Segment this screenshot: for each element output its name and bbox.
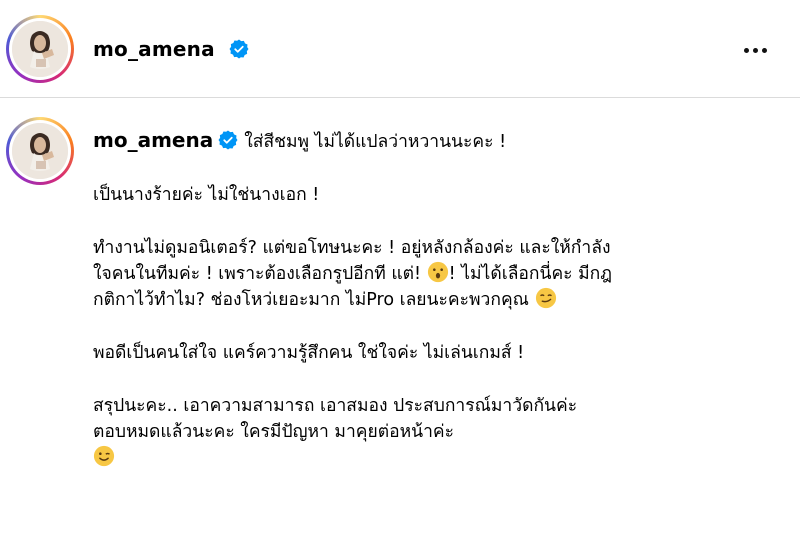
post-header: mo_amena <box>0 0 800 98</box>
more-options-icon[interactable] <box>738 38 772 62</box>
caption-line: ! ไม่ได้เลือกนี่คะ มีกฎ <box>448 264 613 284</box>
winking-face-emoji-icon <box>93 445 115 467</box>
caption-line: สรุปนะคะ.. เอาความสามารถ เอาสมอง ประสบกา… <box>93 396 578 416</box>
header-avatar[interactable] <box>6 15 74 83</box>
profile-photo <box>12 123 68 179</box>
caption-username[interactable]: mo_amena <box>93 128 213 152</box>
caption-line: เป็นนางร้ายค่ะ ไม่ใช่นางเอก ! <box>93 185 320 205</box>
caption-line: ใส่สีชมพู ไม่ได้แปลว่าหวานนะคะ ! <box>244 132 507 152</box>
caption-line: ตอบหมดแล้วนะคะ ใครมีปัญหา มาคุยต่อหน้าค่… <box>93 422 455 442</box>
smirking-face-emoji-icon <box>535 287 556 309</box>
profile-photo <box>12 21 68 77</box>
caption-line: ทำงานไม่ดูมอนิเตอร์? แต่ขอโทษนะคะ ! อยู่… <box>93 238 611 258</box>
header-username[interactable]: mo_amena <box>93 37 215 61</box>
hushed-face-emoji-icon <box>427 261 448 283</box>
caption-line: ใจคนในทีมค่ะ ! เพราะต้องเลือกรูปอีกที แต… <box>93 264 422 284</box>
caption-avatar[interactable] <box>6 117 74 185</box>
caption-line: กติกาไว้ทำไม? ช่องโหว่เยอะมาก ไม่Pro เลย… <box>93 290 529 310</box>
verified-badge-icon <box>229 39 249 59</box>
caption-line: พอดีเป็นคนใส่ใจ แคร์ความรู้สึกคน ใช่ใจค่… <box>93 343 525 363</box>
caption-text: mo_amena ใส่สีชมพู ไม่ได้แปลว่าหวานนะคะ !… <box>93 127 783 471</box>
verified-badge-icon <box>218 130 238 150</box>
